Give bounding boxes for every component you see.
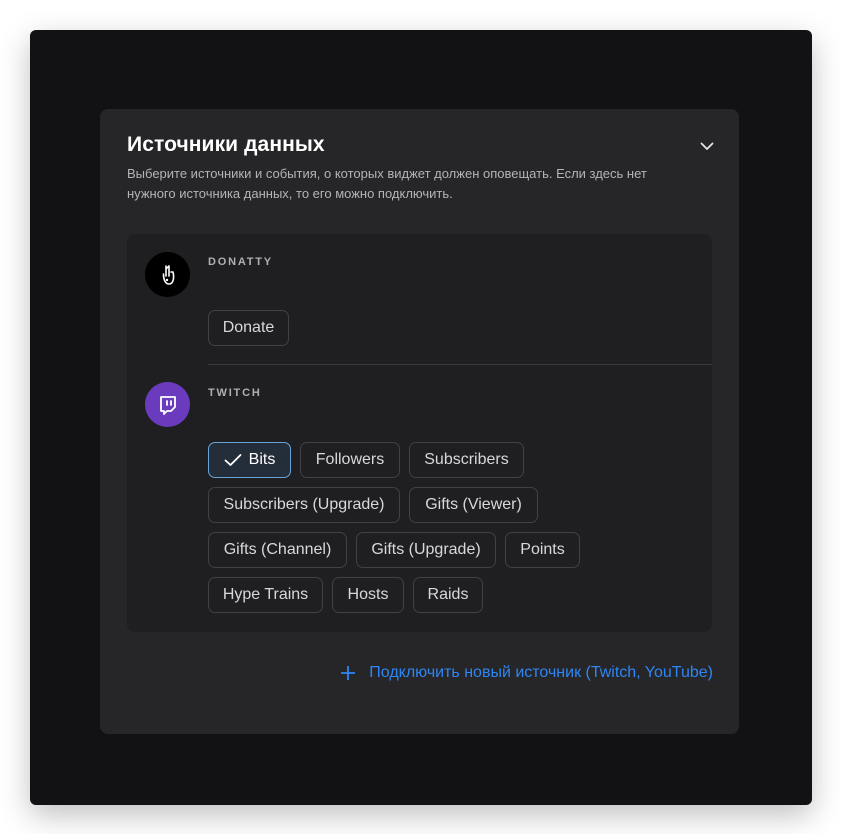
source-divider bbox=[208, 364, 712, 365]
event-chip-subscribers-upgrade[interactable]: Subscribers (Upgrade) bbox=[208, 487, 400, 523]
connect-new-source-link[interactable]: Подключить новый источник (Twitch, YouTu… bbox=[333, 661, 713, 685]
connect-link-label: Подключить новый источник (Twitch, YouTu… bbox=[369, 664, 713, 681]
event-chip-bits[interactable]: Bits bbox=[208, 442, 291, 478]
chip-label: Donate bbox=[222, 319, 275, 336]
data-sources-panel: Источники данных Выберите источники и со… bbox=[100, 109, 739, 734]
chip-label: Bits bbox=[248, 451, 276, 468]
chip-label: Raids bbox=[427, 586, 469, 603]
chip-label: Subscribers (Upgrade) bbox=[223, 496, 385, 513]
check-icon bbox=[224, 453, 242, 467]
event-chip-raids[interactable]: Raids bbox=[413, 577, 483, 613]
panel-description: Выберите источники и события, о которых … bbox=[127, 166, 647, 201]
event-chip-points[interactable]: Points bbox=[505, 532, 580, 568]
chip-label: Gifts (Upgrade) bbox=[371, 541, 481, 558]
event-chip-subscribers[interactable]: Subscribers bbox=[409, 442, 524, 478]
panel-title: Источники данных bbox=[127, 133, 325, 156]
collapse-button[interactable] bbox=[696, 135, 718, 157]
chevron-down-icon bbox=[700, 142, 714, 150]
source-name-twitch: TWITCH bbox=[208, 387, 262, 399]
chip-label: Subscribers bbox=[424, 451, 509, 468]
chip-label: Hosts bbox=[347, 586, 389, 603]
twitch-icon bbox=[145, 382, 190, 427]
event-chip-followers[interactable]: Followers bbox=[300, 442, 400, 478]
event-chip-hype-trains[interactable]: Hype Trains bbox=[208, 577, 323, 613]
event-chip-gifts-channel[interactable]: Gifts (Channel) bbox=[208, 532, 347, 568]
chip-label: Hype Trains bbox=[222, 586, 309, 603]
plus-icon bbox=[341, 666, 356, 680]
donatty-hand-icon bbox=[145, 252, 190, 297]
chip-label: Followers bbox=[315, 451, 385, 468]
event-chip-hosts[interactable]: Hosts bbox=[332, 577, 404, 613]
sources-list: DONATTY Donate TWITCH Bits Followers Sub… bbox=[127, 234, 712, 632]
event-chip-gifts-upgrade[interactable]: Gifts (Upgrade) bbox=[356, 532, 496, 568]
chip-label: Gifts (Channel) bbox=[223, 541, 332, 558]
event-chip-donate[interactable]: Donate bbox=[208, 310, 289, 346]
source-name-donatty: DONATTY bbox=[208, 256, 273, 268]
chip-label: Points bbox=[520, 541, 565, 558]
event-chip-gifts-viewer[interactable]: Gifts (Viewer) bbox=[409, 487, 538, 523]
chip-label: Gifts (Viewer) bbox=[425, 496, 522, 513]
